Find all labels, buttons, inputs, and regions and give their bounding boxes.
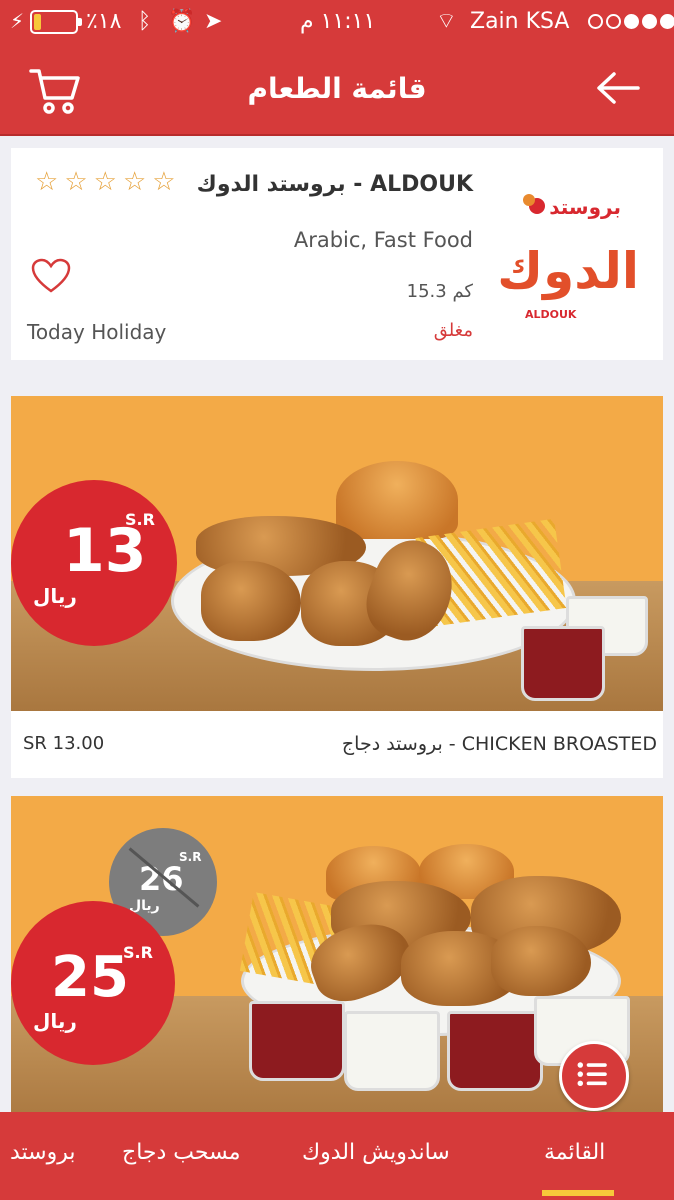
tab-chicken-strips[interactable]: مسحب دجاج bbox=[122, 1140, 241, 1165]
restaurant-cuisine: Arabic, Fast Food bbox=[293, 228, 473, 252]
list-icon bbox=[577, 1062, 607, 1087]
holiday-notice: Today Holiday bbox=[27, 320, 167, 344]
price-badge: 25 S.R ريال bbox=[11, 901, 175, 1065]
menu-list-button[interactable] bbox=[559, 1041, 629, 1111]
badge-riyal: ريال bbox=[33, 584, 77, 608]
restaurant-status: مغلق bbox=[433, 320, 473, 341]
status-bar: ⚡ ٪١٨ ᛒ ⏰ ➤ ١١:١١ م ⌔ Zain KSA bbox=[0, 0, 674, 44]
old-price-number: 26 bbox=[139, 860, 184, 898]
active-tab-indicator bbox=[542, 1190, 614, 1196]
battery-fill bbox=[34, 14, 42, 30]
signal-dot-3 bbox=[624, 14, 639, 29]
signal-dot-5 bbox=[660, 14, 674, 29]
badge-price-number: 25 bbox=[51, 945, 129, 1010]
menu-item-card[interactable]: 13 S.R ريال SR 13.00 بروستد دجاج - CHICK… bbox=[11, 396, 663, 778]
logo-sub-text: ALDOUK bbox=[525, 308, 577, 321]
category-tab-bar: القائمة ساندويش الدوك مسحب دجاج بروستد bbox=[0, 1112, 674, 1200]
wifi-icon: ⌔ bbox=[436, 9, 457, 34]
tab-broasted[interactable]: بروستد bbox=[10, 1140, 76, 1165]
menu-item-footer: SR 13.00 بروستد دجاج - CHICKEN BROASTED bbox=[11, 711, 663, 778]
tab-aldouk-sandwich[interactable]: ساندويش الدوك bbox=[302, 1140, 450, 1165]
tab-menu[interactable]: القائمة bbox=[544, 1140, 605, 1165]
signal-strength-icon bbox=[588, 14, 674, 29]
restaurant-name: بروستد الدوك - ALDOUK bbox=[196, 172, 473, 197]
old-price-currency: S.R bbox=[179, 850, 202, 864]
arrow-left-icon[interactable] bbox=[594, 68, 642, 108]
item-name: بروستد دجاج - CHICKEN BROASTED bbox=[341, 733, 657, 755]
badge-currency: S.R bbox=[125, 510, 155, 529]
battery-icon bbox=[30, 10, 82, 34]
alarm-icon: ⏰ bbox=[168, 9, 196, 34]
location-arrow-icon: ➤ bbox=[204, 9, 223, 34]
restaurant-logo: بروستد الدوك ALDOUK bbox=[497, 194, 639, 321]
signal-dot-4 bbox=[642, 14, 657, 29]
carrier-name: Zain KSA bbox=[470, 9, 570, 34]
page-title: قائمة الطعام bbox=[247, 72, 427, 105]
item-price: SR 13.00 bbox=[23, 733, 105, 754]
price-badge: 13 S.R ريال bbox=[11, 480, 177, 646]
charging-icon: ⚡ bbox=[10, 9, 25, 33]
logo-top-text: بروستد bbox=[549, 195, 621, 219]
logo-main-text: الدوك bbox=[497, 242, 639, 301]
rating-stars: ☆ ☆ ☆ ☆ ☆ bbox=[35, 168, 176, 196]
star-icon: ☆ bbox=[64, 167, 88, 197]
bluetooth-icon: ᛒ bbox=[138, 9, 152, 34]
status-time: ١١:١١ م bbox=[300, 9, 376, 34]
star-icon: ☆ bbox=[152, 167, 176, 197]
badge-currency: S.R bbox=[123, 943, 153, 962]
battery-percent: ٪١٨ bbox=[86, 9, 122, 34]
signal-dot-1 bbox=[588, 14, 603, 29]
restaurant-distance: 15.3 كم bbox=[406, 281, 473, 302]
food-image: 13 S.R ريال bbox=[11, 396, 663, 711]
star-icon: ☆ bbox=[35, 167, 59, 197]
star-icon: ☆ bbox=[93, 167, 117, 197]
app-header: قائمة الطعام bbox=[0, 44, 674, 136]
badge-riyal: ريال bbox=[33, 1009, 77, 1033]
signal-dot-2 bbox=[606, 14, 621, 29]
restaurant-card[interactable]: ☆ ☆ ☆ ☆ ☆ بروستد الدوك - ALDOUK Arabic, … bbox=[11, 148, 663, 360]
star-icon: ☆ bbox=[122, 167, 147, 197]
favorite-heart-icon[interactable] bbox=[31, 258, 71, 294]
